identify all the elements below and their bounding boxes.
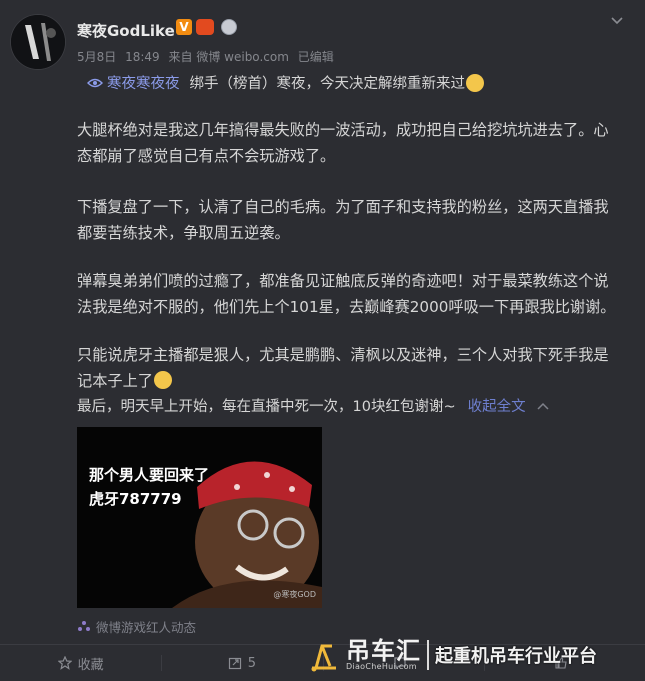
topic-line: 寒夜寒夜夜 绑手（榜首）寒夜，今天决定解绑重新来过	[87, 72, 484, 93]
verified-v-icon: V	[176, 19, 192, 35]
post-date[interactable]: 5月8日	[77, 50, 116, 64]
author-name[interactable]: 寒夜GodLike	[77, 20, 175, 41]
source-tag[interactable]: 微博游戏红人动态	[77, 617, 196, 636]
topic-quote-text: 绑手（榜首）寒夜，今天决定解绑重新来过	[189, 76, 466, 92]
watermark-logo-text: 吊车汇	[346, 636, 421, 665]
post-last-line: 最后，明天早上开始，每在直播中死一次，10块红包谢谢~ 收起全文	[77, 394, 622, 420]
person-photo-illustration	[77, 427, 322, 608]
post-image[interactable]: 那个男人要回来了 虎牙787779 @寒夜GOD	[77, 427, 322, 608]
favorite-button[interactable]: 收藏	[0, 645, 161, 681]
post-source[interactable]: 来自 微博 weibo.com	[169, 50, 289, 64]
image-caption-line-2: 虎牙787779	[89, 490, 182, 508]
repost-count: 5	[247, 655, 257, 671]
image-watermark: @寒夜GOD	[273, 590, 316, 599]
post-paragraph-1: 大腿杯绝对是我这几年搞得最失败的一波活动，成功把自己给挖坑坑进去了。心态都崩了感…	[77, 121, 609, 165]
site-watermark: 吊车汇 DiaoCheHui.com 起重机吊车行业平台	[308, 633, 644, 677]
cat-emoji-icon	[153, 371, 172, 389]
watermark-logo-block: 吊车汇 DiaoCheHui.com	[346, 636, 421, 671]
crane-logo-icon	[311, 644, 336, 672]
sweat-emoji-icon	[466, 73, 484, 92]
repost-button[interactable]: 5	[161, 645, 322, 681]
topic-eye-icon	[87, 78, 103, 87]
post-time[interactable]: 18:49	[125, 50, 160, 64]
sparkle-icon	[78, 620, 90, 631]
watermark-domain: DiaoCheHui.com	[346, 661, 417, 671]
post-paragraph-2: 下播复盘了一下，认清了自己的毛病。为了面子和支持我的粉丝，这两天直播我都要苦练技…	[77, 198, 609, 242]
post-last-line-text: 最后，明天早上开始，每在直播中死一次，10块红包谢谢~	[77, 399, 456, 415]
star-icon	[57, 656, 72, 670]
watermark-slogan: 起重机吊车行业平台	[435, 646, 597, 667]
repost-icon	[228, 657, 241, 670]
watermark-separator	[427, 640, 429, 670]
post-meta: 5月8日 18:49 来自 微博 weibo.com 已编辑	[77, 48, 339, 65]
favorite-label: 收藏	[77, 657, 104, 673]
chevron-down-icon[interactable]	[609, 13, 625, 29]
image-caption: 那个男人要回来了 虎牙787779	[89, 463, 209, 511]
post-paragraph-3: 弹幕臭弟弟们喷的过瘾了，都准备见证触底反弹的奇迹吧！对于最菜教练这个说法我是绝对…	[77, 272, 616, 316]
edited-label[interactable]: 已编辑	[298, 50, 334, 64]
medal-icon	[221, 19, 237, 35]
topic-link[interactable]: 寒夜寒夜夜	[107, 72, 180, 93]
chevron-up-icon[interactable]	[536, 401, 550, 411]
post-paragraph-4-block: 只能说虎牙主播都是狠人，尤其是鹏鹏、清枫以及迷神，三个人对我下死手我是记本子上了	[77, 342, 622, 394]
source-tag-label[interactable]: 微博游戏红人动态	[96, 617, 196, 636]
image-caption-line-1: 那个男人要回来了	[89, 466, 210, 484]
author-avatar[interactable]	[11, 15, 65, 69]
collapse-text-link[interactable]: 收起全文	[468, 399, 526, 415]
crown-icon	[196, 19, 214, 35]
author-badges: V	[176, 19, 237, 35]
